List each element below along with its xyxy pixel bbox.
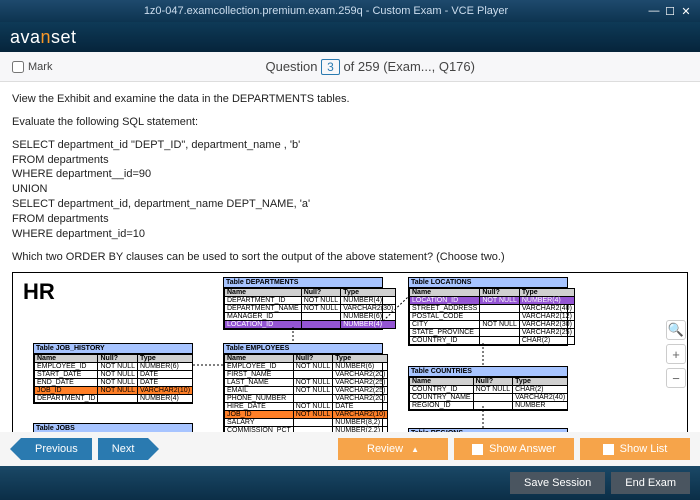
show-list-button[interactable]: Show List (580, 438, 690, 460)
mark-checkbox-wrap[interactable]: Mark (12, 61, 52, 73)
emp-caption: Table EMPLOYEES (224, 344, 382, 354)
review-button[interactable]: Review ▲ (338, 438, 448, 460)
next-label: Next (112, 443, 135, 455)
show-list-check-icon (603, 444, 614, 455)
sql4: UNION (12, 183, 47, 195)
question-counter: Question 3 of 259 (Exam..., Q176) (52, 59, 688, 75)
question-of-text: of 259 (Exam..., Q176) (340, 59, 475, 74)
table-departments: Table DEPARTMENTS NameNull?Type DEPARTME… (223, 277, 383, 330)
chevron-up-icon: ▲ (411, 445, 419, 454)
zoom-controls: 🔍 + − (666, 320, 686, 388)
sql2: FROM departments (12, 154, 109, 166)
q-line2: Evaluate the following SQL statement: (12, 115, 688, 130)
maximize-button[interactable]: ☐ (662, 5, 678, 18)
dept-grid: NameNull?Type DEPARTMENT_IDNOT NULLNUMBE… (224, 288, 396, 329)
app-logo: avanset (10, 27, 77, 48)
zoom-in-button[interactable]: + (666, 344, 686, 364)
logo-part2: set (51, 27, 77, 47)
jh-grid: NameNull?Type EMPLOYEE_IDNOT NULLNUMBER(… (34, 354, 193, 403)
sql7: WHERE department_id=10 (12, 228, 145, 240)
sql6: FROM departments (12, 213, 109, 225)
end-exam-button[interactable]: End Exam (611, 472, 690, 494)
question-label: Question (265, 59, 317, 74)
show-answer-check-icon (472, 444, 483, 455)
emp-grid: NameNull?Type EMPLOYEE_IDNOT NULLNUMBER(… (224, 354, 388, 432)
q-sql: SELECT department_id "DEPT_ID", departme… (12, 138, 688, 242)
save-session-label: Save Session (524, 477, 591, 489)
erd-diagram: Table DEPARTMENTS NameNull?Type DEPARTME… (13, 273, 687, 432)
zoom-magnifier-icon[interactable]: 🔍 (666, 320, 686, 340)
dept-caption: Table DEPARTMENTS (224, 278, 382, 288)
show-answer-label: Show Answer (489, 443, 556, 455)
show-list-label: Show List (620, 443, 668, 455)
save-session-button[interactable]: Save Session (510, 472, 605, 494)
footer: Previous Next Review ▲ Show Answer Show L… (0, 432, 700, 500)
loc-caption: Table LOCATIONS (409, 278, 567, 288)
exhibit: HR Table DEPARTMENTS NameNull?Type DEPAR… (12, 272, 688, 432)
logo-bar: avanset (0, 22, 700, 52)
mark-label: Mark (28, 61, 52, 73)
question-number: 3 (321, 59, 340, 75)
q-line3: Which two ORDER BY clauses can be used t… (12, 250, 688, 265)
jobs-caption: Table JOBS (34, 424, 192, 432)
cn-grid: NameNull?Type COUNTRY_IDNOT NULLCHAR(2) … (409, 377, 568, 410)
sql5: SELECT department_id, department_name DE… (12, 198, 310, 210)
review-label: Review (367, 443, 403, 455)
show-answer-button[interactable]: Show Answer (454, 438, 574, 460)
sql3: WHERE department__id=90 (12, 168, 151, 180)
sql1: SELECT department_id "DEPT_ID", departme… (12, 139, 300, 151)
minimize-button[interactable]: — (646, 5, 662, 17)
question-text: View the Exhibit and examine the data in… (12, 92, 688, 264)
window-title: 1z0-047.examcollection.premium.exam.259q… (6, 5, 646, 17)
jh-caption: Table JOB_HISTORY (34, 344, 192, 354)
loc-grid: NameNull?Type LOCATION_IDNOT NULLNUMBER(… (409, 288, 575, 345)
question-header: Mark Question 3 of 259 (Exam..., Q176) (0, 52, 700, 82)
table-employees: Table EMPLOYEES NameNull?Type EMPLOYEE_I… (223, 343, 383, 432)
logo-part1: ava (10, 27, 41, 47)
q-line1: View the Exhibit and examine the data in… (12, 92, 688, 107)
previous-button[interactable]: Previous (21, 438, 92, 460)
end-exam-label: End Exam (625, 477, 676, 489)
table-job-history: Table JOB_HISTORY NameNull?Type EMPLOYEE… (33, 343, 193, 404)
previous-label: Previous (35, 443, 78, 455)
session-button-row: Save Session End Exam (0, 466, 700, 500)
mark-checkbox[interactable] (12, 61, 24, 73)
close-button[interactable]: ✕ (678, 5, 694, 18)
table-jobs: Table JOBS NameNull?Type JOB_IDNOT NULLV… (33, 423, 193, 432)
table-locations: Table LOCATIONS NameNull?Type LOCATION_I… (408, 277, 568, 346)
table-countries: Table COUNTRIES NameNull?Type COUNTRY_ID… (408, 366, 568, 411)
logo-accent: n (41, 27, 52, 47)
content-area: View the Exhibit and examine the data in… (0, 82, 700, 432)
nav-button-row: Previous Next Review ▲ Show Answer Show L… (0, 432, 700, 466)
titlebar: 1z0-047.examcollection.premium.exam.259q… (0, 0, 700, 22)
cn-caption: Table COUNTRIES (409, 367, 567, 377)
next-button[interactable]: Next (98, 438, 149, 460)
zoom-out-button[interactable]: − (666, 368, 686, 388)
